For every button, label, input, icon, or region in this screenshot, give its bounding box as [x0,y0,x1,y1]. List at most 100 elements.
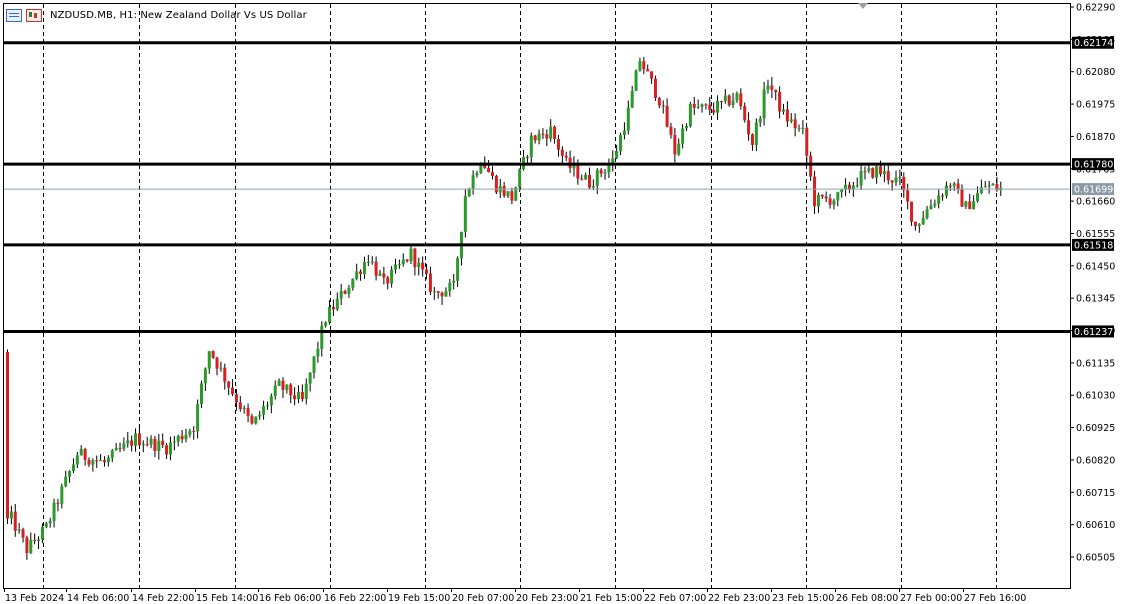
candle-body [165,445,169,455]
candle-body [917,224,921,226]
candle-body [335,298,339,310]
y-tick-label: 0.60820 [1076,455,1115,466]
candle-body [304,383,308,400]
candle-body [615,151,619,159]
candle-body [475,173,479,176]
x-tick-label: 27 Feb 00:00 [900,593,962,604]
candle-body [153,438,157,451]
candle-body [87,459,91,465]
candle-body [382,273,386,278]
candle-body [250,416,254,424]
candle-body [832,200,836,205]
candle-body [409,248,413,262]
candle-body [417,262,421,268]
candle-body [21,529,25,538]
candle-body [913,221,917,226]
candle-body [432,291,436,293]
candle-body [494,175,498,193]
candle-body [525,156,529,158]
candle-body [491,172,494,176]
candle-body [75,455,79,465]
x-tick-label: 14 Feb 22:00 [132,593,194,604]
candlestick-chart-icon[interactable] [26,8,42,22]
candle-body [634,70,638,91]
candle-body [421,262,425,270]
candle-body [716,101,720,113]
candle-body [83,448,87,460]
candle-body [840,189,844,193]
candle-body [64,476,68,487]
x-tick-label: 19 Feb 15:00 [388,593,450,604]
candle-body [157,440,161,451]
candle-body [580,178,584,180]
candle-body [48,521,52,524]
candle-body [487,167,491,173]
candle-body [184,434,188,440]
y-tick-label: 0.61870 [1076,132,1115,143]
candle-body [925,209,929,219]
candle-body [188,430,192,435]
candle-body [588,174,591,188]
candle-body [231,387,235,395]
chart-window[interactable]: 13 Feb 2024 14 Feb 06:00 14 Feb 22:00 15 Fe… [0,0,1125,604]
candle-body [556,139,560,150]
candle-body [37,539,41,542]
candle-body [312,356,316,373]
candle-body [168,442,172,455]
candle-body [300,392,304,400]
x-tick-label: 21 Feb 15:00 [580,593,642,604]
candle-body [114,448,118,451]
candle-body [413,248,417,268]
candle-body [902,176,906,191]
candle-body [696,106,700,108]
candle-body [254,416,258,424]
price-level-label: 0.61237 [1074,327,1113,338]
candle-body [770,85,774,90]
candle-body [700,104,704,107]
chart-header: NZDUSD.MB, H1: New Zealand Dollar Vs US … [6,7,307,23]
candle-body [285,384,289,390]
candle-body [638,61,642,71]
candle-body [9,511,13,519]
candle-body [747,120,751,135]
candle-body [894,177,898,183]
candle [727,94,731,107]
y-tick-label: 0.61975 [1076,100,1115,111]
candle-body [452,280,456,283]
candle-body [972,201,976,210]
candle [871,167,875,179]
candlestick-chart[interactable]: 13 Feb 2024 14 Feb 06:00 14 Feb 22:00 15 Fe… [0,0,1125,604]
candle-body [29,539,33,553]
candle-body [785,109,789,122]
candle-body [95,460,99,462]
candle-body [867,168,871,172]
candle-body [739,93,743,107]
candle-body [110,450,114,458]
candle-body [362,262,366,275]
candle-body [727,95,731,106]
candle-body [343,291,347,294]
candle-body [281,380,285,390]
candle-body [731,100,735,106]
candle-body [103,460,106,463]
candle-body [44,523,48,527]
candle-body [347,287,351,294]
candle-body [258,414,262,417]
price-level-label: 0.61780 [1074,160,1113,171]
candle-body [200,383,203,405]
y-tick-label: 0.61345 [1076,294,1115,305]
candle-body [591,185,595,188]
candle-body [642,61,646,70]
candle-body [545,134,549,139]
candle-body [735,93,739,101]
candle-body [366,261,370,263]
y-tick-label: 0.62290 [1076,3,1115,14]
candle-body [979,187,983,194]
triangle-down-icon[interactable] [858,3,868,9]
candle-body [630,90,634,108]
list-icon[interactable] [6,8,22,22]
candle-body [882,171,886,175]
candle-body [875,166,879,178]
candle-body [215,357,219,369]
candle-body [921,218,925,225]
